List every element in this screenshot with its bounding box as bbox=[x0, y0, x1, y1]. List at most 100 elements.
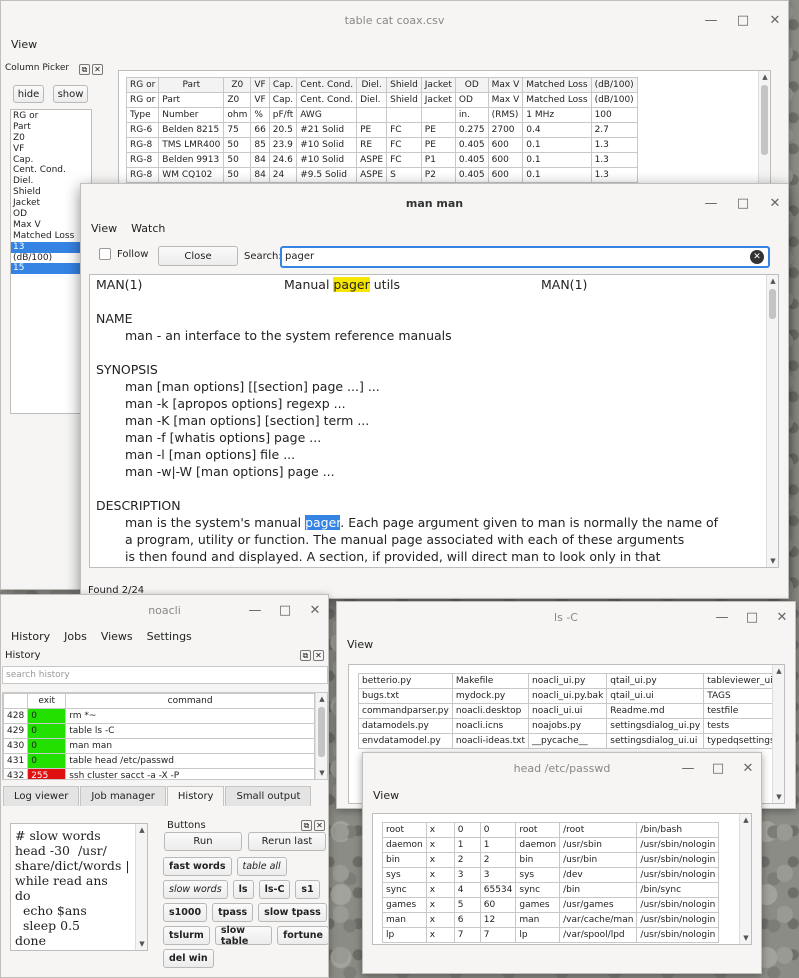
tab-log-viewer[interactable]: Log viewer bbox=[3, 786, 80, 806]
column-header-command[interactable]: command bbox=[65, 693, 315, 709]
close-button[interactable]: Close bbox=[158, 246, 238, 266]
passwd-cell[interactable]: /usr/sbin/nologin bbox=[636, 837, 720, 853]
table-cell[interactable]: Part bbox=[158, 92, 225, 108]
minimize-icon[interactable]: — bbox=[704, 13, 718, 28]
scroll-down-icon[interactable]: ▼ bbox=[767, 555, 778, 567]
minimize-icon[interactable]: — bbox=[715, 610, 729, 625]
passwd-cell[interactable]: /usr/sbin/nologin bbox=[636, 852, 720, 868]
passwd-cell[interactable]: 12 bbox=[479, 912, 517, 928]
table-cell[interactable]: (dB/100) bbox=[590, 92, 638, 108]
menu-view[interactable]: View bbox=[367, 789, 405, 802]
file-cell[interactable]: Makefile bbox=[451, 673, 529, 689]
passwd-cell[interactable]: 4 bbox=[453, 882, 481, 898]
hide-button[interactable]: hide bbox=[13, 85, 44, 103]
rerun-last-button[interactable]: Rerun last bbox=[248, 832, 326, 851]
search-input[interactable]: pager ✕ bbox=[280, 246, 770, 268]
passwd-cell[interactable]: x bbox=[425, 822, 455, 838]
table-cell[interactable]: Diel. bbox=[356, 92, 388, 108]
passwd-cell[interactable]: x bbox=[425, 852, 455, 868]
table-cell[interactable]: 85 bbox=[250, 137, 270, 153]
table-cell[interactable]: Cent. Cond. bbox=[296, 92, 358, 108]
float-icon[interactable]: ⧉ bbox=[300, 649, 311, 661]
close-icon[interactable]: ✕ bbox=[741, 761, 755, 776]
close-icon[interactable]: ✕ bbox=[308, 603, 322, 618]
history-row[interactable]: 429 0 table ls -C bbox=[3, 723, 315, 739]
scroll-down-icon[interactable]: ▼ bbox=[136, 938, 147, 950]
table-cell[interactable]: 84 bbox=[250, 167, 270, 183]
close-icon[interactable]: ✕ bbox=[768, 13, 782, 28]
table-cell[interactable]: 0.405 bbox=[454, 167, 489, 183]
passwd-cell[interactable]: sys bbox=[515, 867, 561, 883]
file-cell[interactable]: commandparser.py bbox=[358, 703, 453, 719]
column-list-item[interactable]: Jacket bbox=[11, 198, 91, 209]
minimize-icon[interactable]: — bbox=[704, 196, 718, 211]
table-cell[interactable]: 24 bbox=[268, 167, 298, 183]
table-cell[interactable] bbox=[420, 107, 456, 123]
passwd-cell[interactable]: games bbox=[515, 897, 561, 913]
file-cell[interactable]: settingsdialog_ui.ui bbox=[606, 733, 705, 749]
passwd-cell[interactable]: /var/cache/man bbox=[559, 912, 638, 928]
file-cell[interactable]: qtail_ui.ui bbox=[606, 688, 705, 704]
passwd-cell[interactable]: /usr/sbin/nologin bbox=[636, 927, 720, 943]
passwd-cell[interactable]: 1 bbox=[479, 837, 517, 853]
file-cell[interactable]: settingsdialog_ui.py bbox=[606, 718, 705, 734]
passwd-cell[interactable]: /dev bbox=[559, 867, 638, 883]
passwd-cell[interactable]: x bbox=[425, 897, 455, 913]
table-cell[interactable]: 600 bbox=[487, 152, 524, 168]
slow-tpass-button[interactable]: slow tpass bbox=[258, 903, 327, 922]
table-cell[interactable]: FC bbox=[386, 152, 422, 168]
table-window-titlebar[interactable]: table cat coax.csv — □ ✕ bbox=[1, 1, 788, 39]
menu-jobs[interactable]: Jobs bbox=[58, 630, 93, 643]
column-header[interactable]: Jacket bbox=[420, 77, 456, 93]
table-cell[interactable]: % bbox=[250, 107, 270, 123]
scroll-down-icon[interactable]: ▼ bbox=[773, 791, 784, 803]
tslurm-button[interactable]: tslurm bbox=[163, 926, 210, 945]
scroll-up-icon[interactable]: ▲ bbox=[316, 693, 327, 705]
table-cell[interactable]: PE bbox=[420, 122, 456, 138]
passwd-cell[interactable]: 6 bbox=[453, 912, 481, 928]
column-list-item[interactable]: 13 bbox=[11, 241, 91, 253]
table-cell[interactable]: 1.3 bbox=[590, 167, 638, 183]
passwd-cell[interactable]: x bbox=[425, 867, 455, 883]
s1-button[interactable]: s1 bbox=[295, 880, 320, 899]
column-header[interactable]: Diel. bbox=[356, 77, 388, 93]
column-list-item[interactable]: Part bbox=[11, 122, 91, 133]
passwd-cell[interactable]: man bbox=[382, 912, 427, 928]
file-cell[interactable]: noacli_ui.py bbox=[527, 673, 608, 689]
table-cell[interactable]: (RMS) bbox=[487, 107, 524, 123]
passwd-cell[interactable]: lp bbox=[382, 927, 427, 943]
table-cell[interactable]: Belden 8215 bbox=[158, 122, 225, 138]
passwd-cell[interactable]: x bbox=[425, 912, 455, 928]
table-cell[interactable]: 0.405 bbox=[454, 152, 489, 168]
tab-small-output[interactable]: Small output bbox=[225, 786, 312, 806]
passwd-cell[interactable]: /root bbox=[559, 822, 638, 838]
table-cell[interactable] bbox=[356, 107, 388, 123]
maximize-icon[interactable]: □ bbox=[711, 761, 725, 776]
table-cell[interactable]: 600 bbox=[487, 137, 524, 153]
column-list-item[interactable]: 15 bbox=[11, 263, 91, 275]
table-cell[interactable]: #9.5 Solid bbox=[296, 167, 358, 183]
table-cell[interactable]: ohm bbox=[223, 107, 252, 123]
float-icon[interactable]: ⧉ bbox=[301, 819, 312, 831]
passwd-cell[interactable]: daemon bbox=[382, 837, 427, 853]
table-cell[interactable]: P2 bbox=[420, 167, 456, 183]
passwd-cell[interactable]: /usr/games bbox=[559, 897, 638, 913]
clear-search-icon[interactable]: ✕ bbox=[750, 250, 764, 264]
passwd-cell[interactable]: games bbox=[382, 897, 427, 913]
table-cell[interactable]: 1.3 bbox=[590, 137, 638, 153]
file-cell[interactable]: bugs.txt bbox=[358, 688, 453, 704]
fortune-button[interactable]: fortune bbox=[277, 926, 328, 945]
column-header[interactable]: OD bbox=[454, 77, 489, 93]
table-cell[interactable]: 75 bbox=[223, 122, 252, 138]
ls-titlebar[interactable]: ls -C — □ ✕ bbox=[337, 602, 795, 632]
passwd-cell[interactable]: /usr/bin bbox=[559, 852, 638, 868]
history-row[interactable]: 432 255 ssh cluster sacct -a -X -P bbox=[3, 768, 315, 779]
passwd-cell[interactable]: sync bbox=[382, 882, 427, 898]
table-cell[interactable]: 0.1 bbox=[522, 152, 592, 168]
table-cell[interactable]: P1 bbox=[420, 152, 456, 168]
head-titlebar[interactable]: head /etc/passwd — □ ✕ bbox=[363, 753, 761, 783]
table-cell[interactable]: 0.1 bbox=[522, 137, 592, 153]
column-list-item[interactable]: RG or bbox=[11, 111, 91, 122]
passwd-cell[interactable]: 7 bbox=[479, 927, 517, 943]
table-cell[interactable]: PE bbox=[420, 137, 456, 153]
